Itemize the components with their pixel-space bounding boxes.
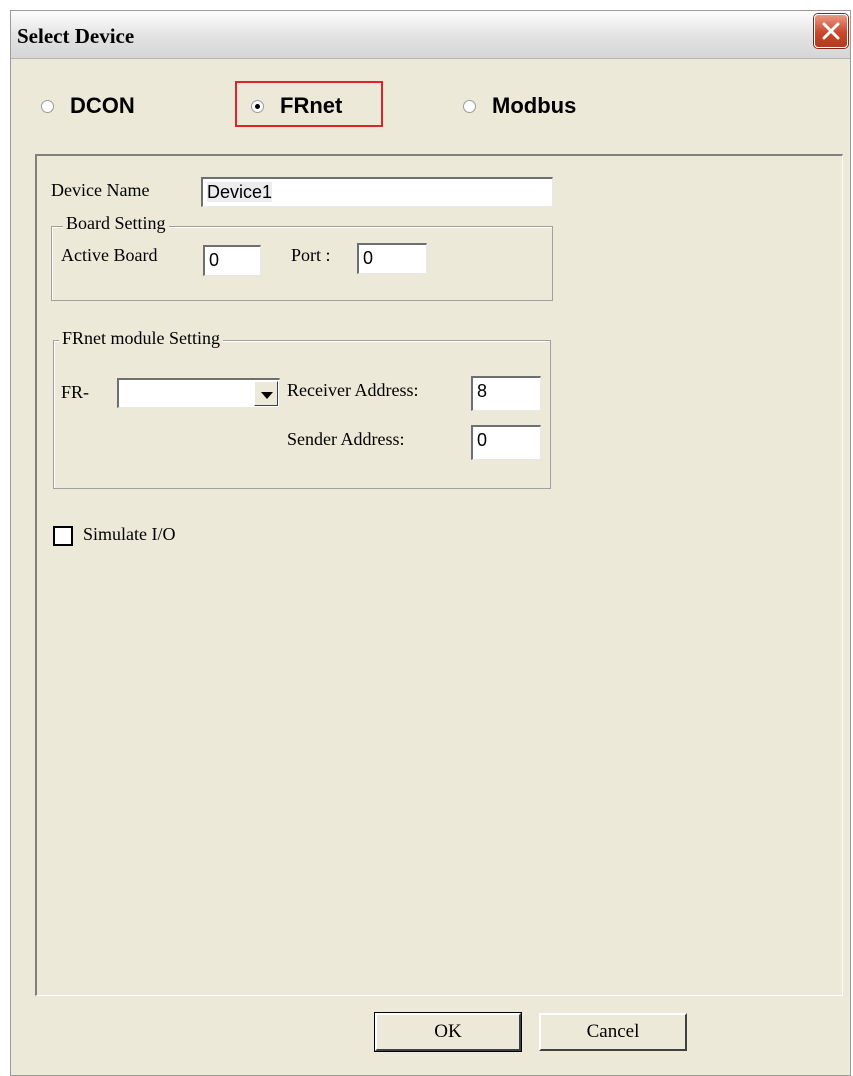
- radio-dcon[interactable]: DCON: [41, 91, 135, 121]
- receiver-address-input[interactable]: 8: [471, 376, 541, 411]
- fr-model-dropdown[interactable]: [117, 378, 280, 408]
- port-label: Port :: [291, 245, 331, 265]
- radio-dcon-circle[interactable]: [41, 99, 54, 113]
- chevron-down-icon[interactable]: [254, 381, 278, 406]
- close-icon: [822, 22, 840, 40]
- frnet-module-group: [53, 340, 551, 489]
- simulate-io-checkbox[interactable]: [53, 526, 73, 546]
- settings-panel: Device Name Device1 Board Setting Active…: [35, 154, 843, 996]
- cancel-button[interactable]: Cancel: [539, 1013, 687, 1051]
- simulate-io-label: Simulate I/O: [83, 524, 176, 544]
- device-name-value: Device1: [207, 182, 273, 202]
- device-name-input[interactable]: Device1: [201, 177, 553, 207]
- close-button[interactable]: [814, 14, 848, 48]
- sender-address-label: Sender Address:: [287, 429, 405, 449]
- window-title: Select Device: [17, 24, 135, 48]
- active-board-input[interactable]: 0: [203, 245, 261, 276]
- radio-modbus-label: Modbus: [492, 93, 577, 118]
- active-board-label: Active Board: [61, 245, 158, 265]
- radio-frnet[interactable]: FRnet: [251, 91, 342, 121]
- sender-address-input[interactable]: 0: [471, 425, 541, 460]
- device-name-label: Device Name: [51, 180, 150, 200]
- select-device-dialog: Select Device DCON FRnet Modbus Device N…: [10, 10, 851, 1076]
- port-input[interactable]: 0: [357, 243, 427, 274]
- radio-modbus[interactable]: Modbus: [463, 91, 576, 121]
- receiver-address-label: Receiver Address:: [287, 380, 419, 400]
- radio-modbus-circle[interactable]: [463, 99, 476, 113]
- radio-frnet-label: FRnet: [280, 93, 343, 118]
- ok-button[interactable]: OK: [374, 1012, 522, 1052]
- board-setting-legend: Board Setting: [63, 213, 169, 234]
- radio-frnet-circle[interactable]: [251, 99, 264, 113]
- radio-dcon-label: DCON: [70, 93, 135, 118]
- title-bar[interactable]: Select Device: [11, 11, 850, 59]
- fr-label: FR-: [61, 382, 90, 402]
- frnet-module-legend: FRnet module Setting: [59, 328, 224, 349]
